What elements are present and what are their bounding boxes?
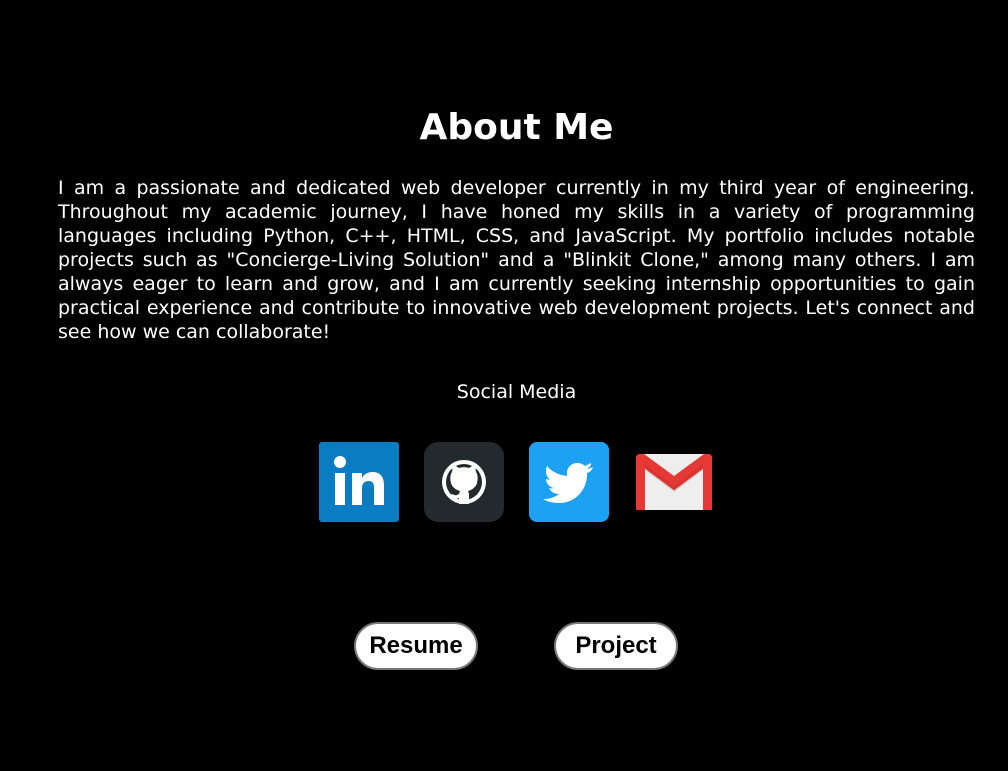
about-heading: About Me [419,107,614,148]
social-media-title: Social Media [456,381,577,403]
resume-button[interactable]: Resume [354,622,478,670]
project-button[interactable]: Project [554,622,678,670]
gmail-link[interactable] [634,442,714,522]
linkedin-icon [319,442,399,522]
twitter-icon [529,442,609,522]
github-link[interactable] [424,442,504,522]
linkedin-link[interactable] [319,442,399,522]
twitter-link[interactable] [529,442,609,522]
github-icon [424,442,504,522]
about-bio-text: I am a passionate and dedicated web deve… [58,177,975,343]
gmail-icon [636,454,712,510]
social-icon-row [319,442,719,522]
